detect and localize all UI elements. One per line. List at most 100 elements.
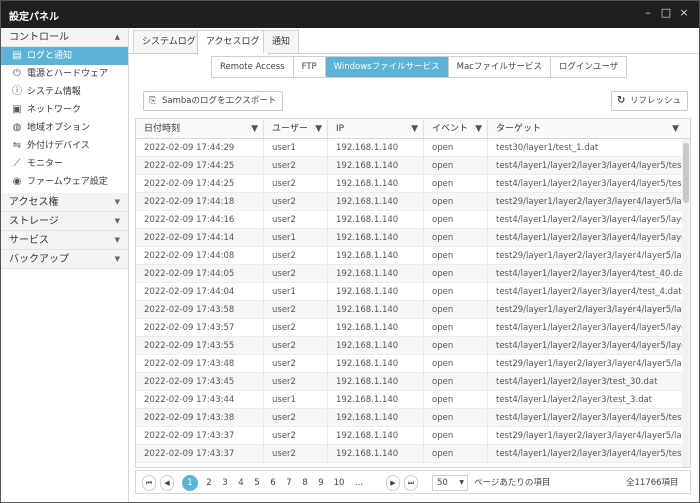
sidebar-item-firmware[interactable]: ◉ ファームウェア設定 [1, 173, 128, 191]
table-cell: 192.168.1.140 [328, 445, 424, 463]
table-cell: 2022-02-09 17:44:08 [136, 247, 264, 265]
sidebar-item-power[interactable]: ⏻ 電源とハードウェア [1, 65, 128, 83]
table-cell: open [424, 301, 488, 319]
table-row[interactable]: 2022-02-09 17:44:16 user2 192.168.1.140 ope… [136, 211, 690, 229]
table-cell: 192.168.1.140 [328, 229, 424, 247]
tab-system-log[interactable]: システムログ [133, 30, 205, 53]
table-cell: 192.168.1.140 [328, 247, 424, 265]
subtab-login-users[interactable]: ログインユーザ [550, 57, 627, 77]
sidebar-item-network[interactable]: ▣ ネットワーク [1, 101, 128, 119]
table-row[interactable]: 2022-02-09 17:44:08 user2 192.168.1.140 ope… [136, 247, 690, 265]
table-row[interactable]: 2022-02-09 17:43:44 user1 192.168.1.140 ope… [136, 391, 690, 409]
subtab-windows-file-service[interactable]: Windowsファイルサービス [325, 57, 449, 77]
table-cell: 192.168.1.140 [328, 139, 424, 157]
page-number[interactable]: 10 [332, 475, 346, 491]
table-cell: 2022-02-09 17:43:45 [136, 373, 264, 391]
per-page-label: ページあたりの項目 [474, 478, 551, 488]
column-header-datetime[interactable]: 日付時刻 ▼ [136, 119, 264, 139]
table-row[interactable]: 2022-02-09 17:44:25 user2 192.168.1.140 ope… [136, 175, 690, 193]
scrollbar-thumb[interactable] [683, 143, 689, 203]
log-icon: ▤ [12, 50, 22, 61]
page-number[interactable]: 4 [234, 475, 248, 491]
close-icon[interactable]: × [677, 6, 691, 20]
table-cell: test4/layer1/layer2/layer3/layer4/test_4… [496, 287, 682, 297]
table-cell: open [424, 265, 488, 283]
filter-icon[interactable]: ▼ [251, 119, 258, 139]
table-row[interactable]: 2022-02-09 17:44:14 user1 192.168.1.140 ope… [136, 229, 690, 247]
table-row[interactable]: 2022-02-09 17:43:55 user2 192.168.1.140 ope… [136, 337, 690, 355]
page-number[interactable]: 8 [298, 475, 312, 491]
column-header-user[interactable]: ユーザー ▼ [264, 119, 328, 139]
page-number[interactable]: 5 [250, 475, 264, 491]
page-number[interactable]: 7 [282, 475, 296, 491]
table-cell: user2 [264, 427, 328, 445]
table-row[interactable]: 2022-02-09 17:43:58 user2 192.168.1.140 ope… [136, 301, 690, 319]
sidebar-section-backup[interactable]: バックアップ ▼ [1, 250, 128, 269]
maximize-icon[interactable]: □ [659, 6, 673, 20]
sidebar-section-access[interactable]: アクセス権 ▼ [1, 193, 128, 212]
minimize-icon[interactable]: – [641, 6, 655, 20]
page-number[interactable]: ... [352, 475, 366, 491]
main-panel: システムログ アクセスログ 通知 Remote Access FTP Windo… [129, 28, 699, 502]
refresh-button[interactable]: ↻ リフレッシュ [611, 91, 689, 111]
first-page-icon[interactable]: ⏮ [142, 475, 156, 491]
table-row[interactable]: 2022-02-09 17:43:37 user2 192.168.1.140 ope… [136, 445, 690, 463]
refresh-label: リフレッシュ [630, 96, 682, 106]
total-items: 全11766項目 [626, 478, 679, 488]
table-row[interactable]: 2022-02-09 17:44:05 user2 192.168.1.140 ope… [136, 265, 690, 283]
table-cell: 2022-02-09 17:43:38 [136, 409, 264, 427]
table-cell: 2022-02-09 17:43:37 [136, 445, 264, 463]
filter-icon[interactable]: ▼ [411, 119, 418, 139]
page-number[interactable]: 3 [218, 475, 232, 491]
tab-access-log[interactable]: アクセスログ [197, 30, 269, 55]
sidebar-section-services[interactable]: サービス ▼ [1, 231, 128, 250]
subtab-ftp[interactable]: FTP [293, 57, 326, 77]
table-scrollbar[interactable] [682, 139, 690, 467]
last-page-icon[interactable]: ⏭ [404, 475, 418, 491]
table-cell: open [424, 193, 488, 211]
table-cell: user1 [264, 139, 328, 157]
table-cell: user2 [264, 211, 328, 229]
subtab-remote-access[interactable]: Remote Access [212, 57, 294, 77]
table-row[interactable]: 2022-02-09 17:44:29 user1 192.168.1.140 ope… [136, 139, 690, 157]
table-row[interactable]: 2022-02-09 17:44:04 user1 192.168.1.140 ope… [136, 283, 690, 301]
table-cell: user1 [264, 391, 328, 409]
sidebar-section-control[interactable]: コントロール ▲ [1, 28, 128, 47]
service-subtabs: Remote Access FTP Windowsファイルサービス Macファイ… [211, 56, 628, 78]
next-page-icon[interactable]: ▶ [386, 475, 400, 491]
table-row[interactable]: 2022-02-09 17:43:38 user2 192.168.1.140 ope… [136, 409, 690, 427]
export-samba-log-button[interactable]: ⎘ Sambaのログをエクスポート [143, 91, 284, 111]
page-number[interactable]: 9 [314, 475, 328, 491]
table-row[interactable]: 2022-02-09 17:43:48 user2 192.168.1.140 ope… [136, 355, 690, 373]
column-header-event[interactable]: イベント ▼ [424, 119, 488, 139]
sidebar-section-storage[interactable]: ストレージ ▼ [1, 212, 128, 231]
page-number[interactable]: 1 [182, 475, 198, 491]
per-page-select[interactable]: 50 ▼ [432, 475, 468, 491]
column-header-target[interactable]: ターゲット ▼ [488, 119, 684, 139]
column-header-ip[interactable]: IP ▼ [328, 119, 424, 139]
table-row[interactable]: 2022-02-09 17:43:45 user2 192.168.1.140 ope… [136, 373, 690, 391]
sidebar-item-log[interactable]: ▤ ログと通知 [1, 47, 128, 65]
table-row[interactable]: 2022-02-09 17:43:57 user2 192.168.1.140 ope… [136, 319, 690, 337]
filter-icon[interactable]: ▼ [672, 119, 679, 139]
filter-icon[interactable]: ▼ [315, 119, 322, 139]
table-cell: test4/layer1/layer2/layer3/layer4/layer5… [496, 449, 684, 459]
subtab-mac-file-service[interactable]: Macファイルサービス [448, 57, 551, 77]
table-row[interactable]: 2022-02-09 17:44:18 user2 192.168.1.140 ope… [136, 193, 690, 211]
network-icon: ▣ [12, 104, 22, 115]
sidebar-item-monitor[interactable]: ⟋ モニター [1, 155, 128, 173]
table-cell: test4/layer1/layer2/layer3/layer4/test_4… [496, 269, 684, 279]
sidebar-item-info[interactable]: ⓘ システム情報 [1, 83, 128, 101]
table-cell: 2022-02-09 17:44:25 [136, 157, 264, 175]
table-row[interactable]: 2022-02-09 17:44:25 user2 192.168.1.140 ope… [136, 157, 690, 175]
prev-page-icon[interactable]: ◀ [160, 475, 174, 491]
sidebar-item-globe[interactable]: ◍ 地域オプション [1, 119, 128, 137]
tab-notifications[interactable]: 通知 [263, 30, 300, 53]
table-row[interactable]: 2022-02-09 17:43:37 user2 192.168.1.140 ope… [136, 427, 690, 445]
sidebar-item-usb[interactable]: ⇋ 外付けデバイス [1, 137, 128, 155]
table-cell: 2022-02-09 17:44:16 [136, 211, 264, 229]
table-cell: user1 [264, 283, 328, 301]
filter-icon[interactable]: ▼ [475, 119, 482, 139]
page-number[interactable]: 6 [266, 475, 280, 491]
page-number[interactable]: 2 [202, 475, 216, 491]
